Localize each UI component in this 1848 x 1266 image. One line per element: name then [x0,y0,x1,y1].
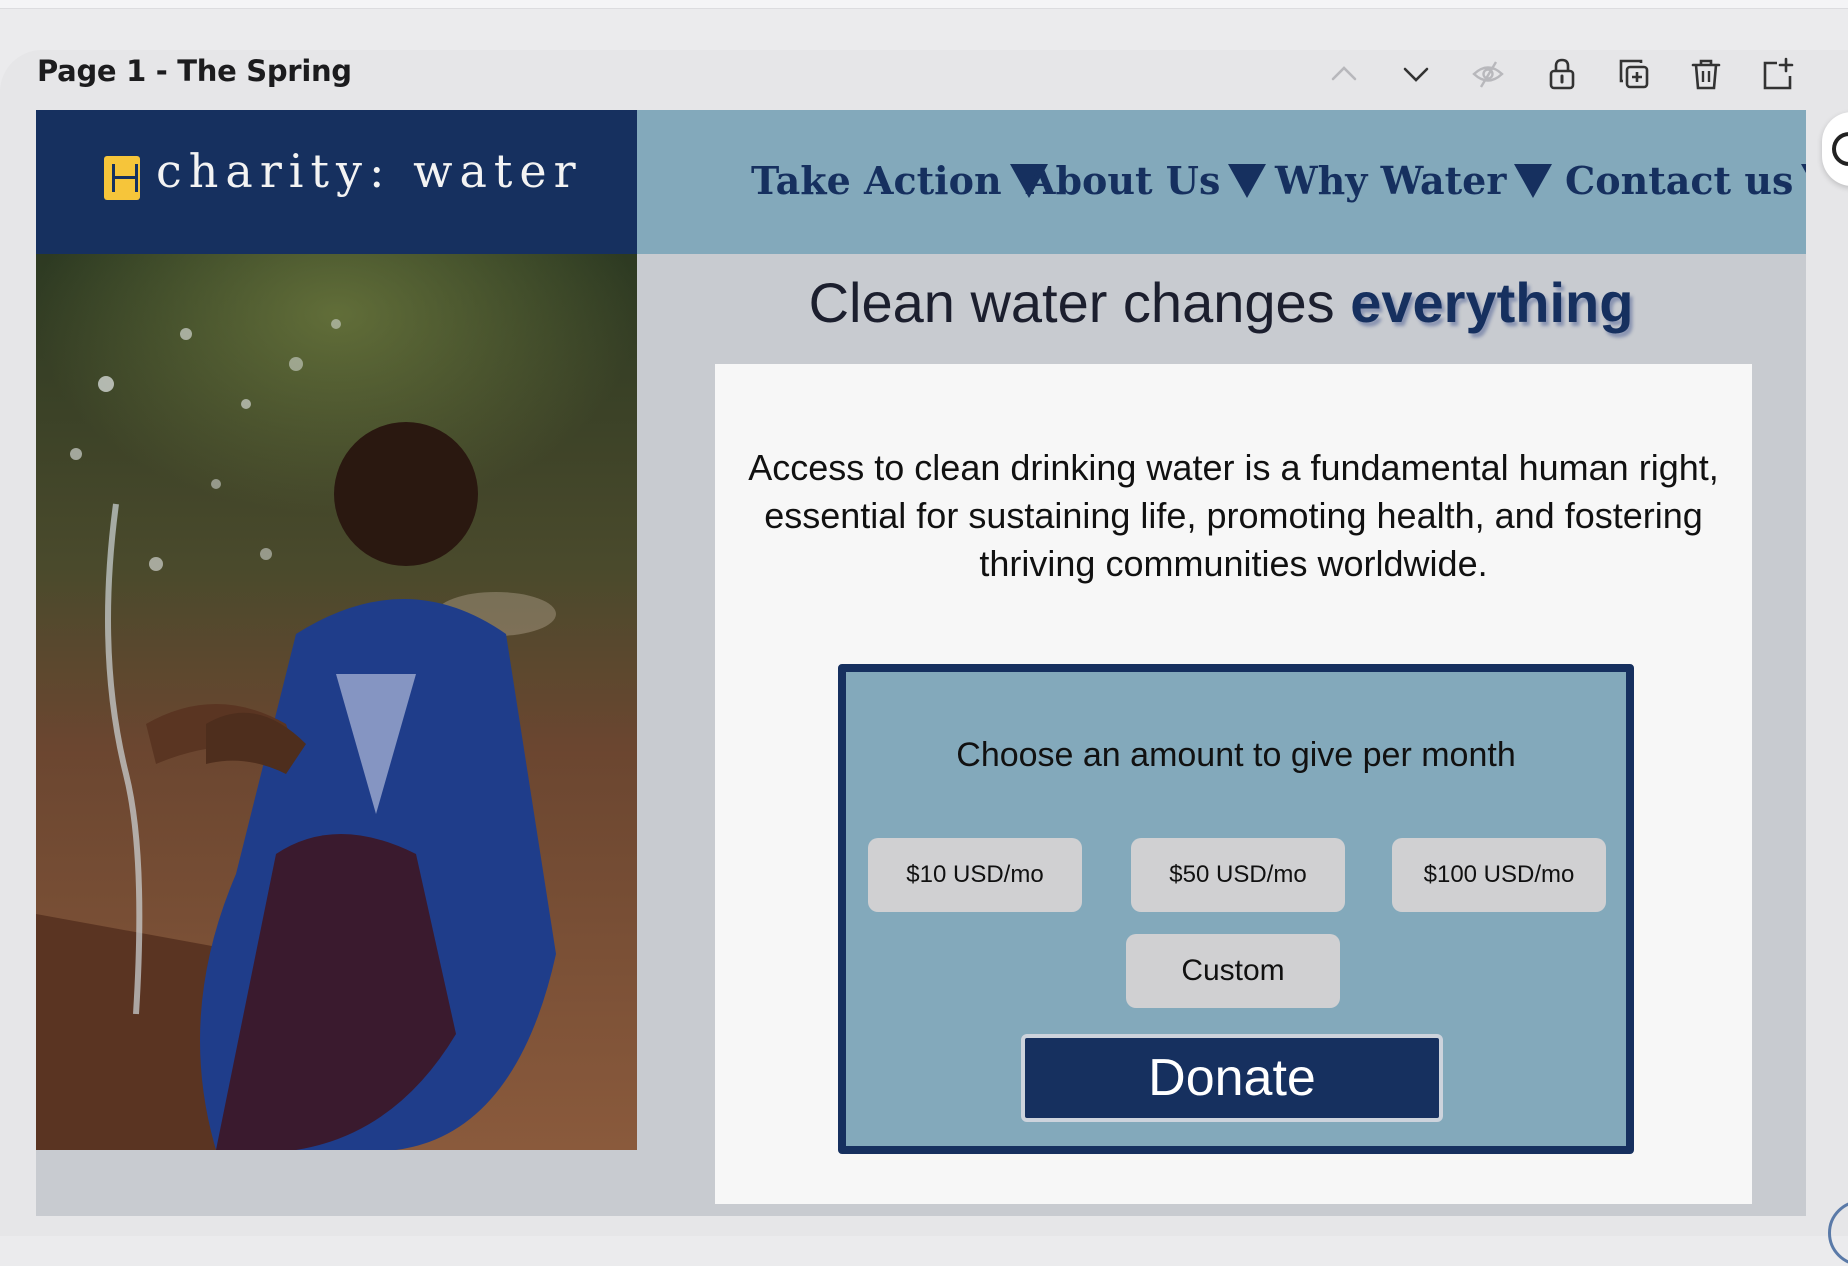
intro-paragraph: Access to clean drinking water is a fund… [748,447,1719,584]
dropdown-arrow-icon [1228,164,1267,198]
nav-contact-us[interactable]: Contact us [1565,158,1806,203]
nav-label: Take Action [751,158,1002,203]
dropdown-arrow-icon [1801,164,1806,198]
trash-icon[interactable] [1684,52,1728,96]
page-canvas: charity: water Take Action About Us Why … [36,110,1806,1216]
custom-amount-button[interactable]: Custom [1126,934,1340,1008]
nav-label: Contact us [1565,158,1794,203]
headline-accent: everything [1350,271,1634,334]
add-page-icon[interactable] [1756,52,1800,96]
donation-prompt: Choose an amount to give per month [956,736,1516,774]
hide-eye-icon[interactable] [1466,52,1510,96]
brand-header: charity: water [36,110,637,254]
amount-100-button[interactable]: $100 USD/mo [1392,838,1606,912]
donate-button[interactable]: Donate [1021,1034,1443,1122]
nav-why-water[interactable]: Why Water [1275,158,1553,203]
content-card: Access to clean drinking water is a fund… [715,364,1752,1204]
headline: Clean water changes everything [636,270,1806,335]
amount-10-button[interactable]: $10 USD/mo [868,838,1082,912]
brand-name[interactable]: charity: water [156,144,583,198]
chevron-up-icon[interactable] [1322,52,1366,96]
nav-label: About Us [1026,158,1221,203]
top-navigation: Take Action About Us Why Water Contact u… [637,110,1806,254]
page-title[interactable]: Page 1 - The Spring [37,54,352,88]
amount-50-button[interactable]: $50 USD/mo [1131,838,1345,912]
duplicate-icon[interactable] [1612,52,1656,96]
charity-water-logo-icon[interactable] [104,156,140,200]
hero-photo [36,254,637,1150]
nav-label: Why Water [1275,158,1507,203]
chevron-down-icon[interactable] [1394,52,1438,96]
dropdown-arrow-icon [1514,164,1553,198]
nav-take-action[interactable]: Take Action [751,158,1048,203]
donation-form: Choose an amount to give per month $10 U… [838,664,1634,1154]
headline-lead: Clean water changes [808,271,1351,334]
lock-icon[interactable] [1540,52,1584,96]
browser-top-strip [0,0,1848,9]
nav-about-us[interactable]: About Us [1026,158,1267,203]
